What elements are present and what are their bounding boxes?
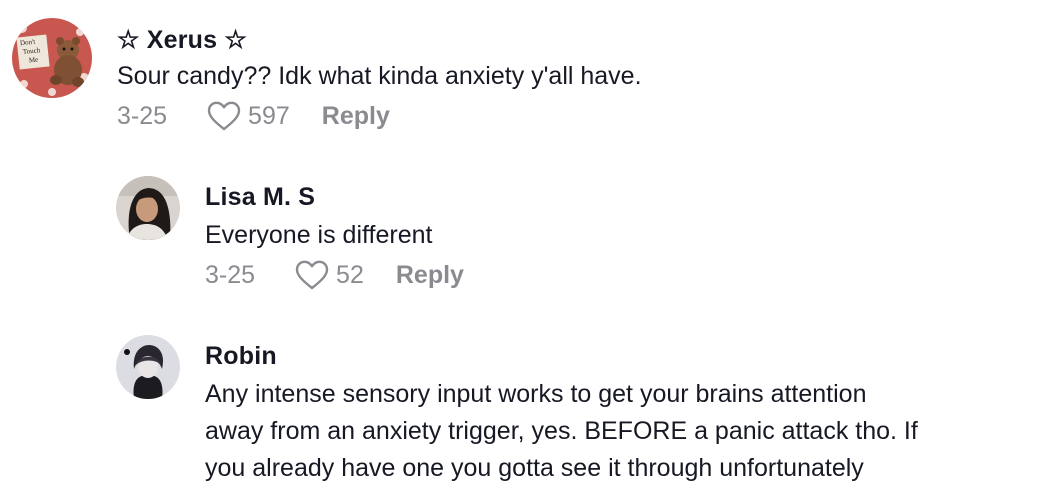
avatar[interactable] [116,335,180,399]
comment-username[interactable]: Lisa M. S [205,183,315,212]
like-count: 597 [248,101,290,130]
avatar-sign-line-3: Me [28,56,38,65]
comment-text-line-3: you already have one you gotta see it th… [205,454,864,482]
avatar-image [116,335,180,399]
like-button[interactable]: 597 [207,100,290,132]
avatar[interactable]: Don't Touch Me [12,18,92,98]
comment-username[interactable]: ☆ Xerus ☆ [117,25,247,55]
heart-outline-icon [207,101,241,131]
avatar-image [116,176,180,240]
comment-date: 3-25 [117,101,168,130]
comment-username[interactable]: Robin [205,342,277,371]
comment-text-line-2: away from an anxiety trigger, yes. BEFOR… [205,417,918,445]
comment-date: 3-25 [205,260,256,289]
comment-meta: 3-25 597 Reply [117,100,390,132]
like-count: 52 [336,260,364,289]
heart-outline-icon [295,260,329,290]
avatar[interactable] [116,176,180,240]
avatar-sign-line-1: Don't [20,38,36,48]
comment-meta: 3-25 52 Reply [205,259,464,291]
reply-button[interactable]: Reply [396,261,464,290]
comment-text-line-1: Any intense sensory input works to get y… [205,380,867,408]
reply-button[interactable]: Reply [322,102,390,131]
comment-text: Sour candy?? Idk what kinda anxiety y'al… [117,62,642,90]
comment-text: Everyone is different [205,221,433,249]
like-button[interactable]: 52 [295,259,364,291]
avatar-image: Don't Touch Me [12,18,92,98]
